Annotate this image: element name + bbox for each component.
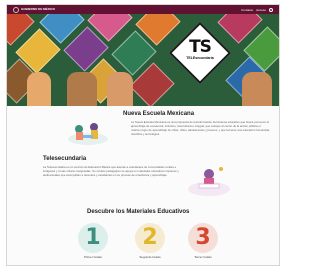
telesecundaria-paragraph: La Telesecundaria es un servicio de Educ… — [43, 165, 179, 177]
nav-link-access[interactable]: Acceso — [256, 8, 266, 12]
materials-title: Descubre los Materiales Educativos — [87, 209, 190, 215]
material-card-second-grade[interactable]: 2 Segundo Grado — [130, 223, 170, 259]
grade-circle: 3 — [188, 223, 218, 253]
hero-banner: TS TELEsecundaria — [7, 14, 279, 106]
logo-subtitle: TELEsecundaria — [186, 56, 214, 60]
government-label: GOBIERNO DE MÉXICO — [21, 7, 56, 11]
telesecundaria-title: Telesecundaria — [43, 156, 87, 162]
grade-number: 1 — [85, 225, 101, 250]
telesecundaria-logo: TS TELEsecundaria — [183, 38, 217, 68]
student-photo — [67, 72, 97, 106]
page-frame: GOBIERNO DE MÉXICO Contacto Acceso TS TE… — [6, 4, 280, 266]
top-navigation-bar: GOBIERNO DE MÉXICO Contacto Acceso — [7, 5, 279, 14]
grade-number: 2 — [142, 225, 158, 250]
grade-label: Primer Grado — [83, 255, 102, 259]
grade-label: Tercer Grado — [194, 255, 212, 259]
student-photo — [27, 72, 51, 106]
logo-text: TS — [189, 37, 212, 57]
students-illustration — [67, 117, 109, 145]
grade-circle: 1 — [78, 223, 108, 253]
material-card-first-grade[interactable]: 1 Primer Grado — [73, 223, 113, 259]
search-icon[interactable] — [269, 7, 273, 12]
material-card-third-grade[interactable]: 3 Tercer Grado — [183, 223, 223, 259]
intro-paragraph: La Nueva Escuela Mexicana es una propues… — [131, 120, 270, 136]
top-nav: Contacto Acceso — [241, 7, 273, 12]
student-photo — [107, 72, 133, 106]
grade-circle: 2 — [135, 223, 165, 253]
emblem-icon — [13, 6, 19, 13]
intro-title: Nueva Escuela Mexicana — [123, 111, 195, 117]
student-photo — [242, 72, 272, 106]
nav-link-contact[interactable]: Contacto — [241, 8, 253, 12]
grade-label: Segundo Grado — [139, 255, 161, 259]
reading-illustration — [187, 163, 231, 197]
grade-number: 3 — [195, 225, 211, 250]
government-logo[interactable]: GOBIERNO DE MÉXICO — [13, 6, 56, 13]
